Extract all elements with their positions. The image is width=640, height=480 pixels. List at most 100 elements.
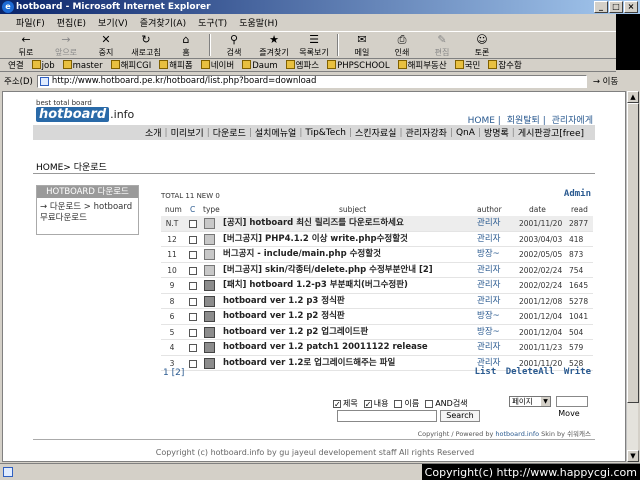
post-author[interactable]: 관리자 xyxy=(477,278,500,293)
scroll-up-arrow[interactable]: ▲ xyxy=(627,91,639,103)
edit-button[interactable]: ✎ 편집 xyxy=(422,33,462,58)
vertical-scrollbar[interactable]: ▲ ▼ xyxy=(626,91,639,462)
row-checkbox[interactable] xyxy=(189,313,197,321)
link-happyform[interactable]: 해피폼 xyxy=(159,59,192,71)
forward-button[interactable]: → 앞으로 xyxy=(46,33,86,58)
link-kookmin[interactable]: 국민 xyxy=(455,59,481,71)
post-subject[interactable]: hotboard ver 1.2로 업그레이드해주는 파일 xyxy=(223,356,395,371)
link-master[interactable]: master xyxy=(63,60,103,71)
nav-ads[interactable]: 게시판광고[free] xyxy=(515,126,587,139)
post-subject[interactable]: hotboard ver 1.2 p2 업그레이드판 xyxy=(223,325,368,340)
row-checkbox[interactable] xyxy=(189,235,197,244)
mail-button[interactable]: ✉ 메일 xyxy=(342,33,382,58)
post-subject[interactable]: hotboard ver 1.2 p3 정식판 xyxy=(223,294,345,309)
menu-help[interactable]: 도움말(H) xyxy=(239,16,278,29)
nav-qna[interactable]: QnA xyxy=(453,128,478,138)
window-title: hotboard - Microsoft Internet Explorer xyxy=(16,2,211,12)
scroll-down-arrow[interactable]: ▼ xyxy=(627,450,639,462)
post-author[interactable]: 관리자 xyxy=(477,232,500,247)
content-checkbox[interactable] xyxy=(363,399,372,408)
sidebar-item-free[interactable]: 무료다운로드 xyxy=(40,213,135,224)
row-checkbox[interactable] xyxy=(189,297,197,306)
nav-download[interactable]: 다운로드 xyxy=(210,126,249,139)
post-author[interactable]: 관리자 xyxy=(477,294,500,309)
search-button[interactable]: ⚲ 검색 xyxy=(214,33,254,58)
row-checkbox[interactable] xyxy=(189,359,197,368)
sidebar-item-download[interactable]: → 다운로드 > hotboard xyxy=(40,202,135,213)
refresh-button[interactable]: ↻ 새로고침 xyxy=(126,33,166,58)
pagination[interactable]: 1 [2] xyxy=(163,368,184,378)
list-button[interactable]: List xyxy=(475,367,497,377)
row-checkbox[interactable] xyxy=(189,266,197,275)
menu-file[interactable]: 파일(F) xyxy=(16,16,45,29)
go-button[interactable]: → 이동 xyxy=(593,75,618,87)
hotboard-link[interactable]: hotboard.info xyxy=(495,430,539,438)
link-daum[interactable]: Daum xyxy=(242,60,277,71)
post-subject[interactable]: [공지] hotboard 최신 릴리즈를 다운로드하세요 xyxy=(223,216,404,231)
admin-link[interactable]: Admin xyxy=(564,189,591,199)
menu-view[interactable]: 보기(V) xyxy=(98,16,128,29)
row-checkbox[interactable] xyxy=(189,251,197,259)
post-author[interactable]: 관리자 xyxy=(477,216,500,231)
close-button[interactable]: × xyxy=(624,1,638,13)
stop-button[interactable]: ✕ 중지 xyxy=(86,33,126,58)
nav-preview[interactable]: 미리보기 xyxy=(168,126,207,139)
site-logo[interactable]: best total board hotboard .info xyxy=(36,99,134,122)
delete-all-button[interactable]: DeleteAll xyxy=(506,367,555,377)
back-button[interactable]: ← 뒤로 xyxy=(6,33,46,58)
link-naver[interactable]: 네이버 xyxy=(201,59,234,71)
nav-skins[interactable]: 스킨자료실 xyxy=(352,126,399,139)
nav-manual[interactable]: 설치메뉴얼 xyxy=(252,126,299,139)
post-subject[interactable]: [버그공지] PHP4.1.2 이상 write.php수정할것 xyxy=(223,232,408,247)
link-empas[interactable]: 엠파스 xyxy=(286,59,319,71)
link-job[interactable]: job xyxy=(32,60,55,71)
nav-intro[interactable]: 소개 xyxy=(142,126,165,139)
home-button[interactable]: ⌂ 홈 xyxy=(166,33,206,58)
nav-tips[interactable]: Tip&Tech xyxy=(302,128,349,138)
page-number-input[interactable] xyxy=(556,396,588,407)
link-realestate[interactable]: 해피부동산 xyxy=(398,59,447,71)
and-search-checkbox[interactable] xyxy=(425,399,434,408)
post-date: 2001/12/04 xyxy=(519,312,563,321)
row-checkbox[interactable] xyxy=(189,344,197,352)
post-subject[interactable]: [패치] hotboard 1.2-p3 부분패치(버그수정판) xyxy=(223,278,408,293)
link-jabsuham[interactable]: 잡수함 xyxy=(488,59,521,71)
link-happycgi[interactable]: 해피CGI xyxy=(111,59,152,71)
nav-admin-course[interactable]: 관리자강좌 xyxy=(402,126,449,139)
minimize-button[interactable]: _ xyxy=(594,1,608,13)
nav-guestbook[interactable]: 방명록 xyxy=(481,126,512,139)
history-button[interactable]: ☰ 목록보기 xyxy=(294,33,334,58)
post-author[interactable]: 관리자 xyxy=(477,340,500,355)
discuss-button[interactable]: ☺ 토론 xyxy=(462,33,502,58)
post-subject[interactable]: 버그공지 - include/main.php 수정할것 xyxy=(223,247,381,262)
row-checkbox[interactable] xyxy=(189,328,197,337)
search-input[interactable] xyxy=(337,410,437,422)
address-input[interactable]: http://www.hotboard.pe.kr/hotboard/list.… xyxy=(36,74,587,88)
menu-tools[interactable]: 도구(T) xyxy=(198,16,227,29)
post-subject[interactable]: hotboard ver 1.2 p2 정식판 xyxy=(223,309,345,324)
search-button[interactable]: Search xyxy=(440,410,480,422)
menu-favorites[interactable]: 즐겨찾기(A) xyxy=(140,16,186,29)
row-checkbox[interactable] xyxy=(189,282,197,290)
disk-icon xyxy=(204,326,215,338)
history-icon: ☰ xyxy=(309,32,319,46)
row-checkbox[interactable] xyxy=(189,220,197,228)
write-button[interactable]: Write xyxy=(564,367,591,377)
move-button[interactable]: Move xyxy=(549,408,589,420)
post-author[interactable]: 방장~ xyxy=(477,309,500,324)
post-subject[interactable]: hotboard ver 1.2 patch1 20011122 release xyxy=(223,340,428,355)
post-author[interactable]: 방장~ xyxy=(477,247,500,262)
subject-checkbox[interactable] xyxy=(333,399,341,408)
name-checkbox[interactable] xyxy=(394,399,403,408)
scroll-thumb[interactable] xyxy=(627,103,639,403)
page-select[interactable]: 페이지 xyxy=(509,396,551,407)
post-author[interactable]: 관리자 xyxy=(477,263,500,278)
post-author[interactable]: 방장~ xyxy=(477,325,500,340)
post-subject[interactable]: [버그공지] skin/각종터/delete.php 수정부분안내 [2] xyxy=(223,263,433,278)
print-button[interactable]: ⎙ 인쇄 xyxy=(382,33,422,58)
powered-by: Copyright / Powered by hotboard.info Ski… xyxy=(417,430,591,438)
menu-edit[interactable]: 편집(E) xyxy=(57,16,86,29)
link-phpschool[interactable]: PHPSCHOOL xyxy=(327,60,389,71)
favorites-button[interactable]: ★ 즐겨찾기 xyxy=(254,33,294,58)
maximize-button[interactable]: □ xyxy=(609,1,623,13)
